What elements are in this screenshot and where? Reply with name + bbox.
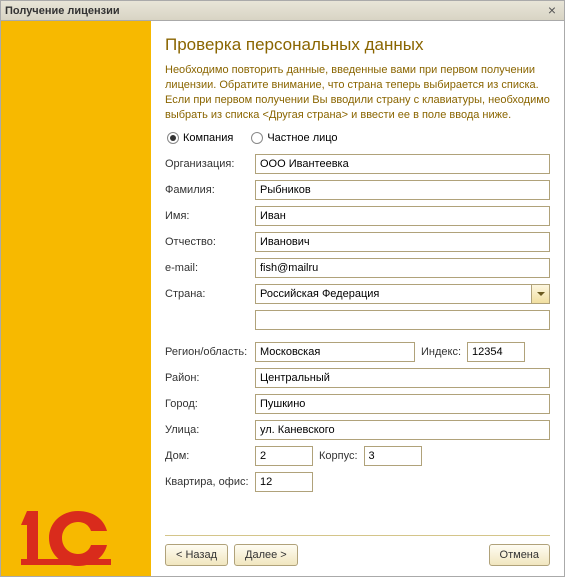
label-email: e-mail:	[165, 262, 255, 274]
surname-field[interactable]	[255, 180, 550, 200]
radio-person[interactable]: Частное лицо	[251, 132, 337, 144]
label-organization: Организация:	[165, 158, 255, 170]
instructions-text: Необходимо повторить данные, введенные в…	[165, 63, 550, 122]
titlebar: Получение лицензии ×	[1, 1, 564, 21]
label-name: Имя:	[165, 210, 255, 222]
logo-1c	[21, 511, 121, 566]
country-select[interactable]: Российская Федерация	[255, 284, 550, 304]
building-field[interactable]	[364, 446, 422, 466]
label-surname: Фамилия:	[165, 184, 255, 196]
label-apartment: Квартира, офис:	[165, 476, 255, 488]
cancel-button[interactable]: Отмена	[489, 544, 550, 566]
label-patronymic: Отчество:	[165, 236, 255, 248]
label-building: Корпус:	[313, 450, 364, 462]
page-title: Проверка персональных данных	[165, 35, 550, 55]
next-button[interactable]: Далее >	[234, 544, 298, 566]
country-select-value: Российская Федерация	[260, 288, 545, 300]
city-field[interactable]	[255, 394, 550, 414]
radio-company[interactable]: Компания	[167, 132, 233, 144]
window-title: Получение лицензии	[5, 5, 544, 17]
district-field[interactable]	[255, 368, 550, 388]
index-field[interactable]	[467, 342, 525, 362]
name-field[interactable]	[255, 206, 550, 226]
wizard-footer: < Назад Далее > Отмена	[165, 535, 550, 566]
label-street: Улица:	[165, 424, 255, 436]
sidebar	[1, 21, 151, 576]
close-icon[interactable]: ×	[544, 3, 560, 19]
main-panel: Проверка персональных данных Необходимо …	[151, 21, 564, 576]
label-city: Город:	[165, 398, 255, 410]
label-house: Дом:	[165, 450, 255, 462]
license-wizard-window: Получение лицензии × Проверка персональн…	[0, 0, 565, 577]
label-region: Регион/область:	[165, 346, 255, 358]
spacer	[304, 544, 483, 566]
house-field[interactable]	[255, 446, 313, 466]
organization-field[interactable]	[255, 154, 550, 174]
form: Компания Частное лицо Организация: Фамил…	[165, 132, 550, 535]
entity-type-group: Компания Частное лицо	[165, 132, 550, 144]
label-country: Страна:	[165, 288, 255, 300]
email-field[interactable]	[255, 258, 550, 278]
region-field[interactable]	[255, 342, 415, 362]
country-other-field[interactable]	[255, 310, 550, 330]
radio-person-label: Частное лицо	[267, 132, 337, 144]
label-district: Район:	[165, 372, 255, 384]
radio-company-label: Компания	[183, 132, 233, 144]
window-body: Проверка персональных данных Необходимо …	[1, 21, 564, 576]
chevron-down-icon[interactable]	[531, 285, 549, 303]
street-field[interactable]	[255, 420, 550, 440]
patronymic-field[interactable]	[255, 232, 550, 252]
label-index: Индекс:	[415, 346, 467, 358]
radio-icon	[251, 132, 263, 144]
apartment-field[interactable]	[255, 472, 313, 492]
radio-icon	[167, 132, 179, 144]
back-button[interactable]: < Назад	[165, 544, 228, 566]
